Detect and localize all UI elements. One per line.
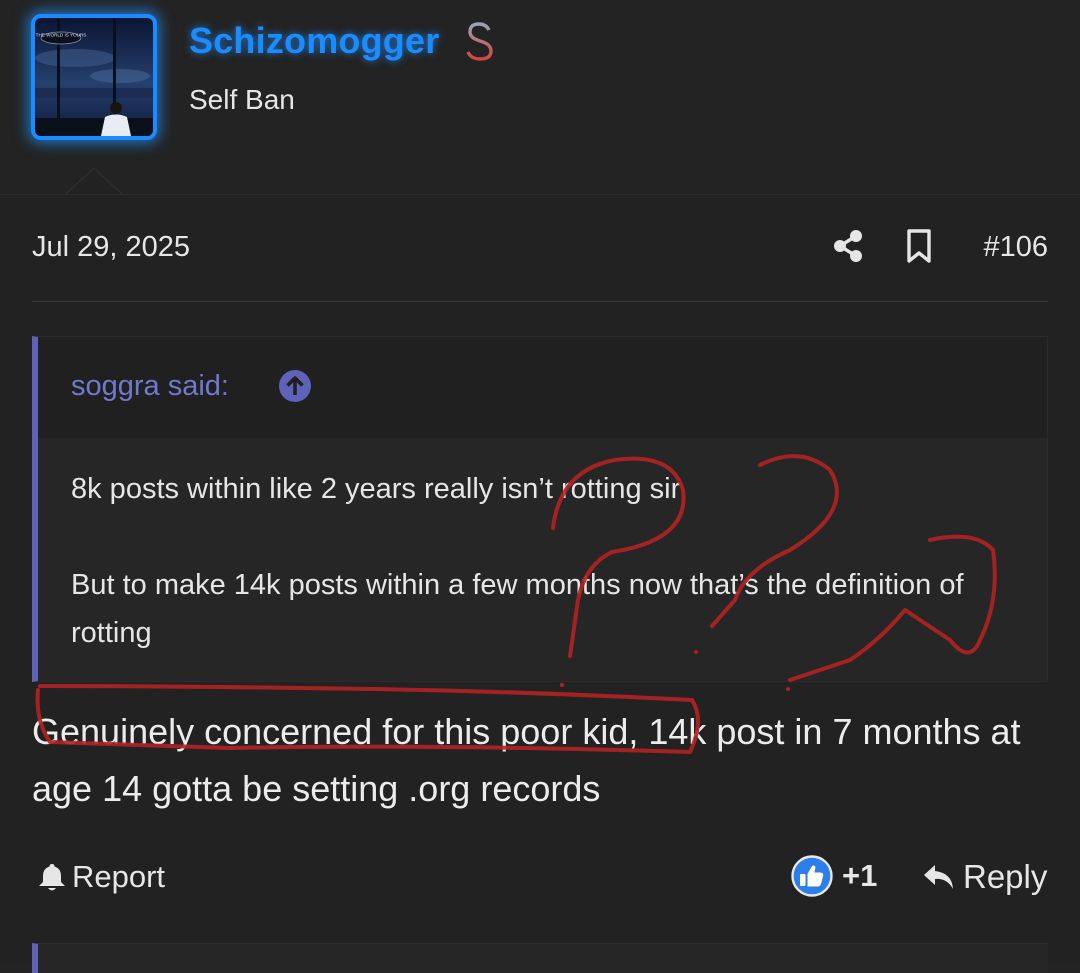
avatar-blimp-text: THE WORLD IS YOURS (36, 33, 87, 38)
post: Jul 29, 2025 #106 soggra said: 8k posts … (0, 195, 1080, 973)
share-icon[interactable] (832, 229, 864, 263)
quote-author[interactable]: soggra said: (71, 370, 229, 403)
quote-line: But to make 14k posts within a few month… (71, 569, 964, 649)
message-pointer (66, 166, 122, 194)
like-count[interactable]: +1 (842, 858, 877, 894)
divider (32, 301, 1048, 302)
dollar-icon (466, 18, 493, 65)
user-title: Self Ban (189, 84, 295, 115)
bell-icon (39, 864, 65, 891)
report-label: Report (72, 859, 166, 894)
post-number-link[interactable]: #106 (983, 231, 1048, 264)
next-post-quote-edge (32, 943, 1048, 973)
user-header: THE WORLD IS YOURS Schizomogger Self Ban (0, 0, 1080, 195)
reply-button[interactable]: Reply (922, 855, 1047, 899)
quote-header: soggra said: (38, 337, 1047, 438)
post-body: Genuinely concerned for this poor kid, 1… (32, 711, 1021, 809)
quote-content: 8k posts within like 2 years really isn’… (71, 465, 1011, 657)
avatar[interactable]: THE WORLD IS YOURS (31, 14, 157, 140)
reply-icon (924, 865, 953, 889)
username-link[interactable]: Schizomogger (189, 20, 439, 62)
arrow-up-circle-icon[interactable] (278, 369, 312, 403)
post-date[interactable]: Jul 29, 2025 (32, 231, 190, 264)
quote-line: 8k posts within like 2 years really isn’… (71, 473, 681, 505)
bookmark-icon[interactable] (905, 229, 933, 263)
report-button[interactable]: Report (38, 855, 165, 899)
reply-label: Reply (963, 858, 1048, 895)
quote-block: soggra said: 8k posts within like 2 year… (32, 336, 1048, 682)
thumbs-up-icon[interactable] (791, 855, 833, 897)
